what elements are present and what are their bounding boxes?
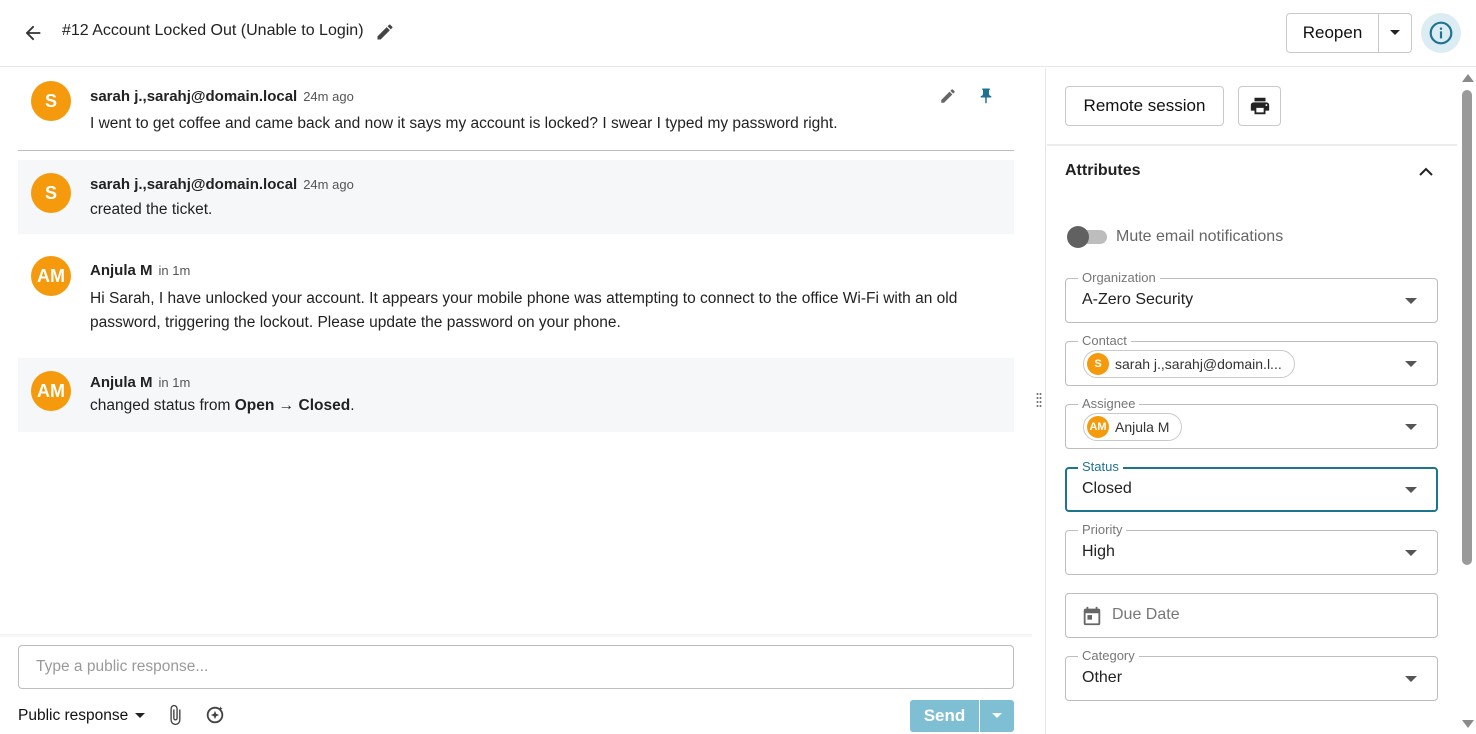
mute-notifications-toggle[interactable] bbox=[1065, 225, 1111, 249]
avatar: AM bbox=[1087, 416, 1109, 438]
avatar: AM bbox=[31, 256, 71, 296]
category-select[interactable]: Category Other bbox=[1065, 649, 1438, 701]
message-body: I went to get coffee and came back and n… bbox=[90, 115, 838, 132]
priority-value: High bbox=[1082, 543, 1115, 560]
scrollbar-thumb[interactable] bbox=[1462, 90, 1472, 565]
message-time: in 1m bbox=[158, 263, 191, 278]
dropdown-arrow-icon bbox=[1405, 676, 1417, 682]
organization-select[interactable]: Organization A-Zero Security bbox=[1065, 271, 1438, 323]
message-time: in 1m bbox=[158, 375, 191, 390]
message-author: Anjula M bbox=[90, 374, 153, 391]
ticket-title: #12 Account Locked Out (Unable to Login) bbox=[62, 22, 364, 39]
contact-chip-text: sarah j.,sarahj@domain.l... bbox=[1115, 356, 1282, 372]
dropdown-arrow-icon bbox=[1405, 487, 1417, 493]
section-divider bbox=[1047, 144, 1457, 146]
message-header: Anjula M in 1m bbox=[90, 262, 190, 279]
dropdown-arrow-icon bbox=[1405, 361, 1417, 367]
dropdown-arrow-icon bbox=[1405, 424, 1417, 430]
panel-splitter bbox=[1032, 68, 1046, 734]
scroll-up-arrow-icon[interactable] bbox=[1462, 74, 1474, 82]
assignee-chip-text: Anjula M bbox=[1115, 419, 1170, 435]
message-body: created the ticket. bbox=[90, 201, 213, 218]
send-button-group: Send bbox=[910, 700, 1014, 732]
edit-pencil-icon[interactable] bbox=[938, 86, 958, 106]
send-button[interactable]: Send bbox=[910, 700, 979, 732]
info-icon[interactable] bbox=[1421, 13, 1461, 53]
dropdown-arrow-icon bbox=[1405, 298, 1417, 304]
status-label: Status bbox=[1078, 460, 1123, 474]
status-arrow: → bbox=[274, 397, 299, 414]
priority-label: Priority bbox=[1078, 523, 1127, 537]
pin-icon[interactable] bbox=[976, 86, 996, 106]
assignee-label: Assignee bbox=[1078, 397, 1140, 411]
message-author: sarah j.,sarahj@domain.local bbox=[90, 176, 298, 193]
reply-input[interactable] bbox=[18, 645, 1014, 689]
remote-session-button[interactable]: Remote session bbox=[1065, 86, 1224, 126]
attachment-icon[interactable] bbox=[163, 703, 187, 727]
response-type-select[interactable]: Public response bbox=[18, 704, 146, 728]
assignee-select[interactable]: Assignee AM Anjula M bbox=[1065, 397, 1438, 449]
ai-assist-icon[interactable] bbox=[203, 703, 227, 727]
avatar: S bbox=[31, 173, 71, 213]
attributes-title: Attributes bbox=[1065, 162, 1141, 179]
calendar-icon bbox=[1080, 604, 1104, 628]
due-date-field[interactable]: Due Date bbox=[1065, 593, 1438, 638]
contact-label: Contact bbox=[1078, 334, 1131, 348]
status-change-prefix: changed status from bbox=[90, 397, 235, 414]
message-header: Anjula M in 1m bbox=[90, 374, 190, 391]
category-label: Category bbox=[1078, 649, 1139, 663]
message-author: Anjula M bbox=[90, 262, 153, 279]
message-item: S sarah j.,sarahj@domain.local 24m ago cr… bbox=[18, 160, 1014, 234]
message-divider bbox=[18, 150, 1014, 151]
chevron-down-icon bbox=[135, 713, 146, 718]
message-item: S sarah j.,sarahj@domain.local 24m ago I … bbox=[18, 68, 1014, 150]
conversation-thread: S sarah j.,sarahj@domain.local 24m ago I … bbox=[0, 68, 1032, 634]
organization-value: A-Zero Security bbox=[1082, 291, 1194, 308]
edit-title-pencil-icon[interactable] bbox=[375, 22, 395, 42]
reopen-button-group: Reopen bbox=[1286, 13, 1412, 53]
contact-select[interactable]: Contact S sarah j.,sarahj@domain.l... bbox=[1065, 334, 1438, 386]
toggle-knob bbox=[1067, 226, 1089, 248]
ticket-header: #12 Account Locked Out (Unable to Login)… bbox=[0, 0, 1476, 67]
message-author: sarah j.,sarahj@domain.local bbox=[90, 88, 298, 105]
send-dropdown-caret-icon[interactable] bbox=[980, 700, 1014, 732]
status-value: Closed bbox=[1082, 480, 1132, 497]
dropdown-arrow-icon bbox=[1405, 550, 1417, 556]
mute-notifications-label: Mute email notifications bbox=[1116, 228, 1284, 245]
side-panel-scrollbar[interactable] bbox=[1459, 68, 1476, 734]
composer-shadow bbox=[0, 634, 1032, 638]
avatar: S bbox=[1087, 353, 1109, 375]
message-body: changed status from Open → Closed. bbox=[90, 394, 974, 418]
drag-handle-icon[interactable] bbox=[1036, 392, 1042, 408]
message-tools bbox=[938, 86, 996, 106]
due-date-placeholder: Due Date bbox=[1112, 606, 1180, 623]
message-body: Hi Sarah, I have unlocked your account. … bbox=[90, 290, 958, 331]
avatar: AM bbox=[31, 371, 71, 411]
avatar: S bbox=[31, 81, 71, 121]
scroll-down-arrow-icon[interactable] bbox=[1462, 720, 1474, 728]
category-value: Other bbox=[1082, 669, 1123, 686]
status-change-suffix: . bbox=[350, 397, 355, 414]
status-from: Open bbox=[234, 397, 275, 414]
message-header: sarah j.,sarahj@domain.local 24m ago bbox=[90, 88, 354, 105]
ticket-side-panel: Remote session Attributes Mute email not… bbox=[1047, 68, 1457, 734]
message-time: 24m ago bbox=[303, 89, 354, 104]
assignee-chip: AM Anjula M bbox=[1083, 413, 1183, 441]
reopen-dropdown-caret-icon[interactable] bbox=[1379, 14, 1411, 52]
priority-select[interactable]: Priority High bbox=[1065, 523, 1438, 575]
print-icon[interactable] bbox=[1238, 86, 1281, 126]
organization-label: Organization bbox=[1078, 271, 1160, 285]
message-item: AM Anjula M in 1m Hi Sarah, I have unlock… bbox=[18, 246, 1014, 346]
status-to: Closed bbox=[298, 397, 351, 414]
message-time: 24m ago bbox=[303, 177, 354, 192]
back-arrow-icon[interactable] bbox=[20, 20, 46, 46]
chevron-up-icon[interactable] bbox=[1415, 160, 1437, 182]
status-select[interactable]: Status Closed bbox=[1065, 460, 1438, 512]
response-type-label: Public response bbox=[18, 707, 129, 724]
reopen-button[interactable]: Reopen bbox=[1287, 14, 1379, 52]
message-item: AM Anjula M in 1m changed status from Ope… bbox=[18, 358, 1014, 432]
contact-chip: S sarah j.,sarahj@domain.l... bbox=[1083, 350, 1295, 378]
message-header: sarah j.,sarahj@domain.local 24m ago bbox=[90, 176, 354, 193]
